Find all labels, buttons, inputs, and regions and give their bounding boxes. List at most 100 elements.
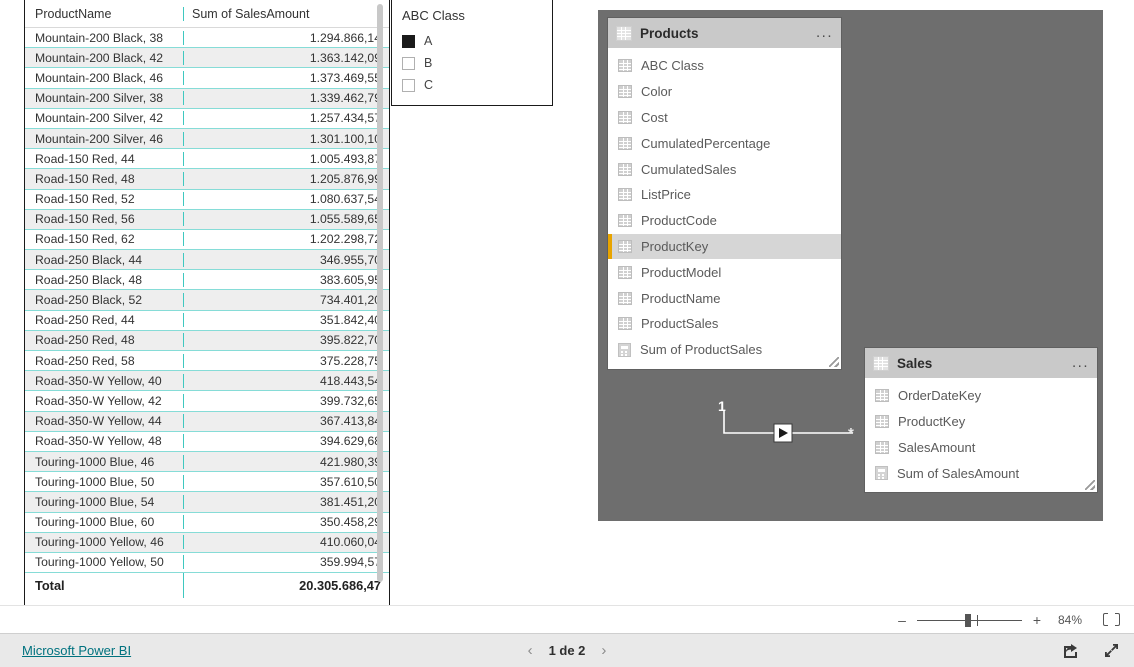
table-icon bbox=[873, 355, 889, 371]
matrix-row[interactable]: Road-350-W Yellow, 40 418.443,54 bbox=[25, 371, 389, 392]
column-icon bbox=[618, 162, 632, 176]
cell-sum-of-salesamount: 410.060,04 bbox=[183, 535, 389, 550]
matrix-row[interactable]: Road-250 Black, 48 383.605,95 bbox=[25, 270, 389, 291]
slicer-item-c[interactable]: C bbox=[402, 74, 542, 96]
matrix-row[interactable]: Road-250 Red, 44 351.842,40 bbox=[25, 311, 389, 331]
zoom-in-button[interactable]: + bbox=[1031, 612, 1043, 628]
products-resize-handle[interactable] bbox=[829, 356, 839, 367]
total-value: 20.305.686,47 bbox=[183, 573, 389, 599]
column-icon bbox=[618, 317, 632, 331]
products-field-cumulatedsales[interactable]: CumulatedSales bbox=[608, 156, 841, 182]
products-field-productcode[interactable]: ProductCode bbox=[608, 208, 841, 234]
matrix-row[interactable]: Mountain-200 Silver, 42 1.257.434,57 bbox=[25, 109, 389, 129]
matrix-visual[interactable]: ProductName Sum of SalesAmount Mountain-… bbox=[24, 0, 390, 608]
cell-sum-of-salesamount: 1.294.866,14 bbox=[183, 30, 389, 45]
matrix-row[interactable]: Mountain-200 Silver, 46 1.301.100,10 bbox=[25, 128, 389, 150]
products-field-list: ABC Class Color Cost CumulatedPercentage Cum… bbox=[608, 48, 841, 369]
share-icon[interactable] bbox=[1062, 642, 1079, 659]
sales-field-productkey[interactable]: ProductKey bbox=[865, 409, 1097, 435]
field-label: CumulatedPercentage bbox=[641, 135, 771, 151]
relationship-cardinality-one: 1 bbox=[718, 398, 726, 414]
sales-field-sum-of-salesamount[interactable]: Sum of SalesAmount bbox=[865, 460, 1097, 486]
cell-sum-of-salesamount: 383.605,95 bbox=[183, 272, 389, 287]
matrix-row[interactable]: Road-150 Red, 56 1.055.589,65 bbox=[25, 209, 389, 230]
products-field-productmodel[interactable]: ProductModel bbox=[608, 259, 841, 285]
products-field-abc-class[interactable]: ABC Class bbox=[608, 53, 841, 79]
checkbox-icon[interactable] bbox=[402, 78, 415, 92]
matrix-row[interactable]: Road-250 Black, 52 734.401,20 bbox=[25, 290, 389, 311]
checkbox-icon[interactable] bbox=[402, 56, 415, 70]
matrix-row[interactable]: Mountain-200 Black, 38 1.294.866,14 bbox=[25, 28, 389, 49]
cell-productname: Road-150 Red, 44 bbox=[35, 151, 135, 166]
zoom-out-button[interactable]: – bbox=[896, 612, 908, 628]
sales-table-header[interactable]: Sales ... bbox=[865, 348, 1097, 378]
column-header-sum-of-salesamount[interactable]: Sum of SalesAmount bbox=[183, 6, 389, 21]
matrix-row[interactable]: Road-350-W Yellow, 44 367.413,84 bbox=[25, 411, 389, 432]
field-label: Sum of SalesAmount bbox=[897, 465, 1020, 481]
sales-resize-handle[interactable] bbox=[1085, 480, 1095, 491]
matrix-row[interactable]: Road-250 Black, 44 346.955,70 bbox=[25, 250, 389, 271]
slicer-item-b[interactable]: B bbox=[402, 52, 542, 74]
slicer-item-a[interactable]: A bbox=[402, 30, 542, 52]
sales-more-options-icon[interactable]: ... bbox=[1072, 355, 1089, 370]
products-field-listprice[interactable]: ListPrice bbox=[608, 182, 841, 208]
cell-productname: Touring-1000 Yellow, 50 bbox=[35, 555, 164, 570]
matrix-row[interactable]: Mountain-200 Silver, 38 1.339.462,79 bbox=[25, 88, 389, 109]
products-field-productsales[interactable]: ProductSales bbox=[608, 311, 841, 337]
sales-field-salesamount[interactable]: SalesAmount bbox=[865, 435, 1097, 461]
abc-class-slicer[interactable]: ABC Class ABC bbox=[391, 0, 553, 106]
matrix-row[interactable]: Touring-1000 Blue, 60 350.458,29 bbox=[25, 513, 389, 533]
model-diagram-canvas[interactable]: * 1 Products ... ABC Class Color Cost Cumul… bbox=[598, 10, 1103, 521]
matrix-row[interactable]: Road-150 Red, 62 1.202.298,72 bbox=[25, 230, 389, 251]
column-icon bbox=[618, 110, 632, 124]
footer-actions bbox=[1062, 642, 1120, 659]
fullscreen-icon[interactable] bbox=[1103, 642, 1120, 659]
model-table-products[interactable]: Products ... ABC Class Color Cost Cumulated… bbox=[608, 18, 841, 369]
chevron-left-icon[interactable]: ‹ bbox=[528, 642, 533, 659]
field-label: Sum of ProductSales bbox=[640, 342, 763, 358]
fit-to-page-icon[interactable] bbox=[1103, 613, 1120, 626]
products-field-cost[interactable]: Cost bbox=[608, 105, 841, 131]
matrix-row[interactable]: Touring-1000 Blue, 46 421.980,39 bbox=[25, 451, 389, 473]
matrix-row[interactable]: Touring-1000 Yellow, 50 359.994,57 bbox=[25, 553, 389, 574]
products-field-productkey[interactable]: ProductKey bbox=[608, 233, 841, 260]
model-table-sales[interactable]: Sales ... OrderDateKey ProductKey SalesAmo… bbox=[865, 348, 1097, 493]
column-header-productname[interactable]: ProductName bbox=[25, 7, 183, 21]
zoom-slider[interactable] bbox=[917, 613, 1022, 627]
products-field-cumulatedpercentage[interactable]: CumulatedPercentage bbox=[608, 130, 841, 156]
checkbox-icon[interactable] bbox=[402, 34, 415, 48]
products-table-header[interactable]: Products ... bbox=[608, 18, 841, 48]
cell-productname: Mountain-200 Black, 38 bbox=[35, 30, 164, 45]
products-more-options-icon[interactable]: ... bbox=[816, 25, 833, 40]
sales-field-orderdatekey[interactable]: OrderDateKey bbox=[865, 383, 1097, 409]
field-label: ProductModel bbox=[641, 264, 722, 280]
products-field-productname[interactable]: ProductName bbox=[608, 285, 841, 311]
matrix-header-row: ProductName Sum of SalesAmount bbox=[25, 0, 389, 28]
zoom-slider-thumb[interactable] bbox=[965, 613, 971, 627]
cell-productname: Road-350-W Yellow, 48 bbox=[35, 434, 162, 449]
matrix-vertical-scrollbar[interactable] bbox=[377, 4, 383, 582]
matrix-row[interactable]: Mountain-200 Black, 42 1.363.142,09 bbox=[25, 48, 389, 69]
matrix-row[interactable]: Road-350-W Yellow, 42 399.732,65 bbox=[25, 391, 389, 412]
matrix-row[interactable]: Road-350-W Yellow, 48 394.629,68 bbox=[25, 432, 389, 452]
zoom-control[interactable]: – + 84% bbox=[896, 612, 1120, 628]
matrix-row[interactable]: Road-250 Red, 58 375.228,75 bbox=[25, 351, 389, 372]
power-bi-report-page: ProductName Sum of SalesAmount Mountain-… bbox=[0, 0, 1134, 667]
matrix-row[interactable]: Mountain-200 Black, 46 1.373.469,55 bbox=[25, 68, 389, 89]
matrix-row[interactable]: Road-150 Red, 48 1.205.876,99 bbox=[25, 169, 389, 190]
matrix-row[interactable]: Touring-1000 Yellow, 46 410.060,04 bbox=[25, 532, 389, 553]
column-icon bbox=[618, 214, 632, 228]
matrix-row[interactable]: Road-150 Red, 52 1.080.637,54 bbox=[25, 190, 389, 210]
table-icon bbox=[616, 25, 632, 41]
products-field-sum-of-productsales[interactable]: Sum of ProductSales bbox=[608, 337, 841, 363]
matrix-row[interactable]: Road-150 Red, 44 1.005.493,87 bbox=[25, 149, 389, 170]
chevron-right-icon[interactable]: › bbox=[601, 642, 606, 659]
column-icon bbox=[618, 188, 632, 202]
cell-productname: Road-250 Red, 48 bbox=[35, 333, 135, 348]
cell-sum-of-salesamount: 1.373.469,55 bbox=[183, 70, 389, 85]
matrix-row[interactable]: Touring-1000 Blue, 50 357.610,50 bbox=[25, 472, 389, 493]
products-field-color[interactable]: Color bbox=[608, 79, 841, 105]
matrix-row[interactable]: Touring-1000 Blue, 54 381.451,20 bbox=[25, 492, 389, 513]
cell-sum-of-salesamount: 357.610,50 bbox=[183, 474, 389, 489]
matrix-row[interactable]: Road-250 Red, 48 395.822,70 bbox=[25, 330, 389, 351]
